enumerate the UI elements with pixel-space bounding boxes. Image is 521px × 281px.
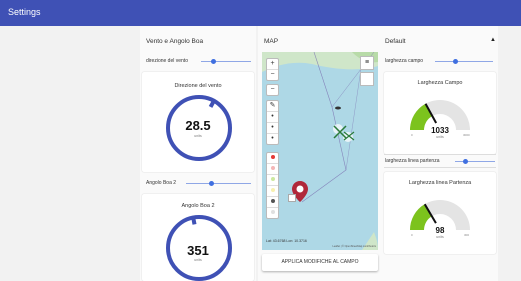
- minus-button[interactable]: −: [267, 85, 278, 95]
- palette-color[interactable]: [267, 208, 278, 218]
- gauge-max-label: 3000: [463, 133, 470, 137]
- start-line-label: larghezza linea partenza: [385, 158, 440, 164]
- slider-thumb[interactable]: [463, 159, 468, 164]
- slider-thumb[interactable]: [209, 181, 214, 186]
- layer-switcher-icon[interactable]: [360, 72, 374, 86]
- coordinates-readout: Lat: 43.6768 Lon: 10.3716: [266, 239, 307, 243]
- map-panel-title: MAP: [264, 38, 279, 45]
- right-panel: Default ▲ larghezza campo Larghezza Camp…: [382, 26, 498, 281]
- palette-color[interactable]: [267, 186, 278, 197]
- zoom-out-button[interactable]: −: [267, 70, 278, 80]
- wind-direction-label: direzione del vento: [146, 58, 188, 64]
- palette-color[interactable]: [267, 164, 278, 175]
- wind-gauge-unit: units: [194, 134, 202, 138]
- layers-menu-button[interactable]: ≡: [360, 56, 374, 70]
- zoom-in-button[interactable]: +: [267, 59, 278, 70]
- extra-control[interactable]: −: [266, 84, 279, 96]
- start-line-gauge-unit: units: [436, 235, 444, 239]
- start-line-gauge-title: Larghezza linea Partenza: [408, 180, 472, 186]
- field-width-gauge-unit: units: [436, 135, 444, 139]
- boa-angle-label: Angolo Boa 2: [146, 180, 177, 186]
- gauge-max-label: 300: [464, 233, 470, 237]
- palette-color[interactable]: [267, 197, 278, 208]
- app-bar: Settings: [0, 0, 521, 26]
- slider-track[interactable]: [455, 161, 495, 162]
- slider-track[interactable]: [186, 183, 251, 184]
- draw-point-icon[interactable]: •: [267, 112, 278, 123]
- field-width-gauge-value: 1033: [431, 126, 449, 135]
- draw-line-icon[interactable]: ✎: [267, 101, 278, 112]
- left-panel-title: Vento e Angolo Boa: [146, 38, 204, 45]
- left-panel: Vento e Angolo Boa direzione del vento D…: [140, 26, 256, 281]
- wind-gauge-title: Direzione del vento: [174, 83, 222, 89]
- slider-thumb[interactable]: [453, 59, 458, 64]
- boa-angle-slider[interactable]: Angolo Boa 2: [146, 180, 251, 188]
- boa-gauge-card: Angolo Boa 2 351 units: [142, 194, 254, 281]
- right-panel-title: Default: [385, 38, 406, 45]
- boa-gauge-needle: [191, 217, 197, 225]
- slider-track[interactable]: [201, 61, 251, 62]
- divider: [384, 154, 496, 155]
- app-title: Settings: [8, 7, 41, 17]
- start-line-gauge-card: Larghezza linea Partenza 98 units 0 300: [384, 172, 496, 254]
- boa-gauge-value: 351: [187, 243, 209, 258]
- boa-gauge-unit: units: [194, 258, 202, 262]
- zoom-control[interactable]: + −: [266, 58, 279, 81]
- wind-direction-slider[interactable]: direzione del vento: [146, 58, 251, 66]
- draw-circle-icon[interactable]: •: [267, 123, 278, 134]
- map-attribution[interactable]: Leaflet | © OpenStreetMap contributors: [333, 245, 377, 248]
- field-width-slider[interactable]: larghezza campo: [385, 58, 495, 66]
- start-line-gauge-value: 98: [435, 226, 445, 235]
- field-width-label: larghezza campo: [385, 58, 424, 64]
- collapse-icon[interactable]: ▲: [490, 37, 496, 43]
- map-view[interactable]: + − − ✎ • • • ≡ Lat: 43.6768 Lon: 10.371…: [262, 52, 378, 250]
- wind-gauge-card: Direzione del vento 28.5 units: [142, 72, 254, 172]
- gauge-min-label: 0: [411, 233, 413, 237]
- gauge-min-label: 0: [411, 133, 413, 137]
- wind-gauge-value: 28.5: [185, 118, 211, 133]
- color-palette[interactable]: [266, 152, 279, 219]
- boa-marker-icon[interactable]: [332, 124, 356, 144]
- slider-thumb[interactable]: [211, 59, 216, 64]
- field-width-gauge-card: Larghezza Campo 1033 units 0 3000: [384, 72, 496, 154]
- selected-point-marker[interactable]: [288, 194, 296, 202]
- start-line-slider[interactable]: larghezza linea partenza: [385, 158, 495, 166]
- palette-color[interactable]: [267, 175, 278, 186]
- palette-color[interactable]: [267, 153, 278, 164]
- wind-gauge-needle: [208, 99, 216, 108]
- apply-changes-button[interactable]: APPLICA MODIFICHE AL CAMPO: [262, 254, 378, 271]
- field-width-gauge-title: Larghezza Campo: [417, 80, 463, 86]
- draw-toolbar[interactable]: ✎ • • •: [266, 100, 279, 145]
- slider-track[interactable]: [435, 61, 493, 62]
- draw-marker-icon[interactable]: •: [267, 134, 278, 144]
- divider: [384, 167, 496, 168]
